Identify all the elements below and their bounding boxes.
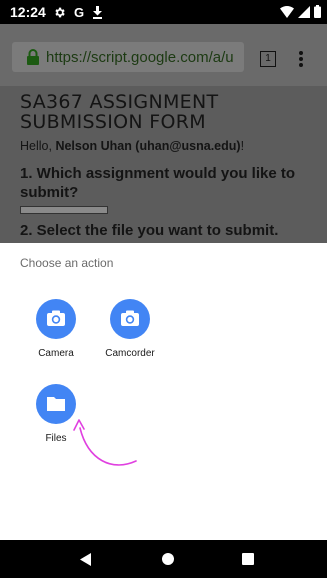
action-label: Files — [45, 433, 67, 444]
settings-gear-icon — [55, 7, 65, 17]
action-camcorder[interactable]: Camcorder — [98, 299, 162, 359]
lock-icon — [27, 49, 39, 65]
status-bar: 12:24 G — [0, 0, 327, 24]
greeting-prefix: Hello, — [20, 139, 56, 153]
greeting-suffix: ! — [240, 139, 245, 153]
overflow-menu-icon[interactable] — [298, 51, 304, 67]
greeting-text: Hello, Nelson Uhan (uhan@usna.edu)! — [20, 139, 244, 153]
recent-apps-icon[interactable] — [242, 553, 254, 565]
choose-action-sheet: Choose an action Camera Camcorder Files — [0, 243, 327, 540]
home-icon[interactable] — [162, 553, 174, 565]
status-notification-icons: G — [53, 4, 103, 20]
sheet-title: Choose an action — [20, 256, 114, 270]
question-1-label: 1. Which assignment would you like to su… — [20, 165, 296, 201]
folder-icon — [36, 384, 76, 424]
assignment-select[interactable] — [20, 206, 108, 214]
download-icon — [93, 5, 103, 19]
wifi-icon — [280, 5, 294, 18]
page-title-line2: SUBMISSION FORM — [20, 111, 206, 133]
action-label: Camcorder — [105, 348, 155, 359]
battery-icon — [314, 5, 321, 18]
signal-icon — [298, 5, 310, 18]
url-text: https://script.google.com/a/u — [46, 48, 234, 66]
action-camera[interactable]: Camera — [24, 299, 88, 359]
address-bar[interactable]: https://script.google.com/a/u — [12, 42, 244, 72]
status-time: 12:24 — [10, 4, 46, 20]
question-2-label: 2. Select the file you want to submit. — [20, 222, 279, 239]
page-title-line1: SA367 ASSIGNMENT — [20, 91, 219, 113]
tab-switcher-button[interactable]: 1 — [260, 51, 276, 67]
navigation-bar — [0, 540, 327, 578]
camera-icon — [36, 299, 76, 339]
page-title: SA367 ASSIGNMENT SUBMISSION FORM — [20, 92, 218, 132]
google-notification-icon: G — [74, 4, 85, 20]
camcorder-icon — [110, 299, 150, 339]
web-page-content: SA367 ASSIGNMENT SUBMISSION FORM Hello, … — [0, 86, 327, 243]
browser-toolbar: https://script.google.com/a/u 1 — [0, 24, 327, 86]
status-system-icons — [280, 5, 321, 18]
action-files[interactable]: Files — [24, 384, 88, 444]
greeting-user: Nelson Uhan (uhan@usna.edu) — [55, 139, 241, 153]
action-label: Camera — [38, 348, 74, 359]
back-icon[interactable] — [80, 553, 92, 566]
